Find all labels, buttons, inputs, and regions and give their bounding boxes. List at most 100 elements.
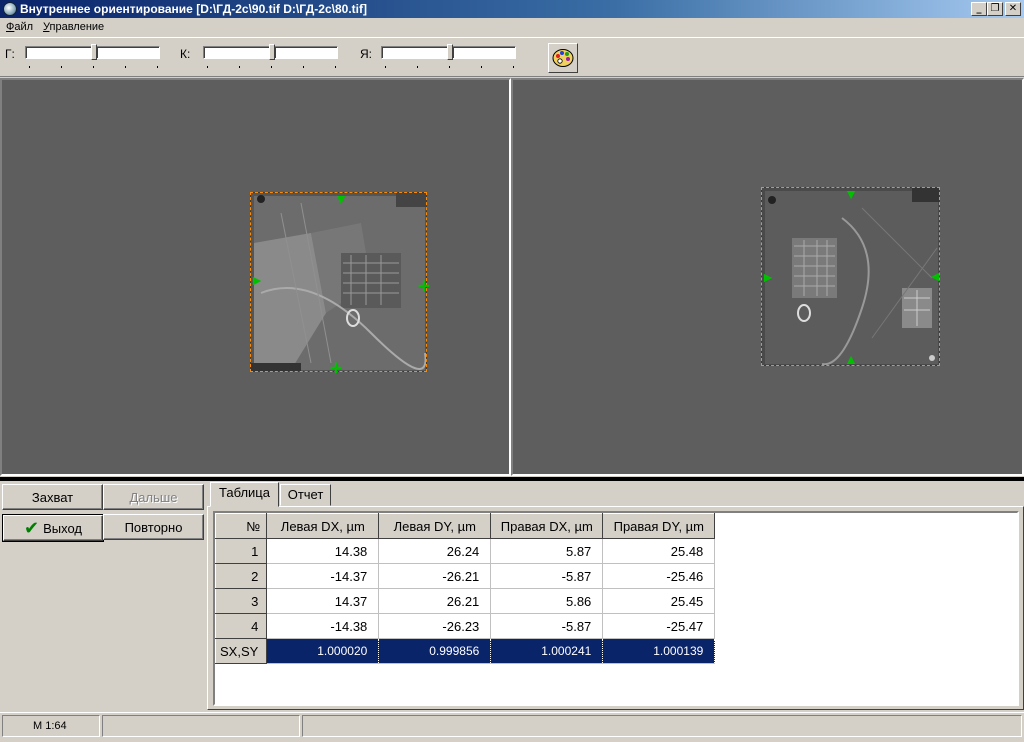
menu-bar: Файл Управление bbox=[0, 18, 1024, 37]
tick bbox=[481, 66, 482, 68]
menu-file[interactable]: Файл bbox=[6, 21, 33, 33]
capture-button[interactable]: Захват bbox=[2, 484, 103, 510]
cell-right-dx[interactable]: 1.000241 bbox=[490, 638, 604, 664]
row-number[interactable]: 2 bbox=[214, 563, 268, 589]
fiducial-marker-top-right-image[interactable]: ▼ bbox=[844, 187, 858, 201]
cell-left-dy[interactable]: -26.23 bbox=[378, 613, 492, 639]
cell-left-dx[interactable]: 14.38 bbox=[266, 538, 380, 564]
results-grid[interactable]: № Левая DX, µm Левая DY, µm Правая DX, µ… bbox=[213, 511, 1019, 706]
scale-status: М 1:64 bbox=[2, 715, 100, 737]
fiducial-marker-left-left-image[interactable]: ► bbox=[250, 273, 264, 287]
cell-right-dy[interactable]: -25.47 bbox=[602, 613, 716, 639]
fiducial-marker-left-right-image[interactable]: ► bbox=[761, 270, 775, 284]
cell-left-dx[interactable]: -14.37 bbox=[266, 563, 380, 589]
table-row[interactable]: 2 -14.37 -26.21 -5.87 -25.46 bbox=[214, 563, 716, 589]
column-header-left-dx[interactable]: Левая DX, µm bbox=[266, 513, 380, 539]
cell-left-dx[interactable]: -14.38 bbox=[266, 613, 380, 639]
table-row[interactable]: 3 14.37 26.21 5.86 25.45 bbox=[214, 588, 716, 614]
cell-right-dy[interactable]: 1.000139 bbox=[602, 638, 716, 664]
title-bar[interactable]: Внутреннее ориентирование [D:\ГД-2с\90.t… bbox=[0, 0, 1024, 18]
control-panel: Захват Дальше ✔ Выход Повторно bbox=[0, 483, 207, 710]
cell-right-dx[interactable]: 5.87 bbox=[490, 538, 604, 564]
menu-file-label: айл bbox=[14, 21, 34, 33]
cell-left-dy[interactable]: 26.21 bbox=[378, 588, 492, 614]
g-slider-thumb[interactable] bbox=[91, 44, 97, 60]
cell-left-dx[interactable]: 14.37 bbox=[266, 588, 380, 614]
tab-table[interactable]: Таблица bbox=[210, 482, 279, 507]
toolbar: Г: К: Я: bbox=[0, 37, 1024, 77]
restore-button[interactable]: ❐ bbox=[987, 2, 1003, 16]
tick bbox=[29, 66, 30, 68]
left-aerial-photo[interactable] bbox=[250, 192, 427, 372]
fiducial-marker-bottom-left-image[interactable]: ✛ bbox=[329, 361, 343, 375]
tick bbox=[417, 66, 418, 68]
cell-right-dy[interactable]: 25.48 bbox=[602, 538, 716, 564]
cell-left-dy[interactable]: -26.21 bbox=[378, 563, 492, 589]
g-trackbar-left[interactable] bbox=[25, 46, 93, 59]
k-slider-thumb[interactable] bbox=[269, 44, 275, 60]
ya-trackbar-left[interactable] bbox=[381, 46, 449, 59]
checkmark-icon: ✔ bbox=[24, 517, 40, 539]
left-aerial-photo-image bbox=[251, 193, 426, 371]
splitter-bar[interactable] bbox=[0, 477, 1024, 481]
fiducial-marker-bottom-right-image[interactable]: ▲ bbox=[844, 352, 858, 366]
minimize-button[interactable]: _ bbox=[971, 2, 987, 16]
k-trackbar-right[interactable] bbox=[274, 46, 338, 59]
fiducial-marker-right-right-image[interactable]: ◄ bbox=[928, 269, 942, 283]
next-button[interactable]: Дальше bbox=[103, 484, 204, 510]
table-row-scale-factors[interactable]: SX,SY 1.000020 0.999856 1.000241 1.00013… bbox=[214, 638, 716, 664]
row-number[interactable]: 4 bbox=[214, 613, 268, 639]
column-header-right-dy[interactable]: Правая DY, µm bbox=[602, 513, 716, 539]
fiducial-marker-top-left-image[interactable]: ▼ bbox=[334, 192, 348, 206]
right-aerial-photo-image bbox=[762, 188, 939, 365]
g-trackbar-right[interactable] bbox=[96, 46, 160, 59]
g-label: Г: bbox=[5, 47, 15, 61]
cell-right-dy[interactable]: 25.45 bbox=[602, 588, 716, 614]
cell-right-dx[interactable]: -5.87 bbox=[490, 563, 604, 589]
table-row[interactable]: 4 -14.38 -26.23 -5.87 -25.47 bbox=[214, 613, 716, 639]
app-icon[interactable] bbox=[3, 2, 17, 16]
status-panel-2 bbox=[102, 715, 300, 737]
column-header-right-dx[interactable]: Правая DX, µm bbox=[490, 513, 604, 539]
k-label: К: bbox=[180, 47, 191, 61]
tick bbox=[385, 66, 386, 68]
tick bbox=[157, 66, 158, 68]
tick bbox=[449, 66, 450, 68]
status-bar: М 1:64 bbox=[0, 712, 1024, 742]
menu-control[interactable]: Управление bbox=[43, 21, 104, 33]
window-title: Внутреннее ориентирование [D:\ГД-2с\90.t… bbox=[20, 2, 367, 16]
ya-trackbar-right[interactable] bbox=[452, 46, 516, 59]
row-number[interactable]: SX,SY bbox=[214, 638, 268, 664]
palette-button[interactable] bbox=[548, 43, 578, 73]
left-image-viewport[interactable]: ▼ ► ✛ ✛ bbox=[0, 78, 511, 476]
exit-button-label: Выход bbox=[43, 520, 82, 536]
close-button[interactable]: ✕ bbox=[1005, 2, 1021, 16]
row-number[interactable]: 3 bbox=[214, 588, 268, 614]
repeat-button[interactable]: Повторно bbox=[103, 514, 204, 540]
cell-left-dx[interactable]: 1.000020 bbox=[266, 638, 380, 664]
tick bbox=[207, 66, 208, 68]
ya-slider-thumb[interactable] bbox=[447, 44, 453, 60]
cell-left-dy[interactable]: 0.999856 bbox=[378, 638, 492, 664]
column-header-left-dy[interactable]: Левая DY, µm bbox=[378, 513, 492, 539]
table-header-row: № Левая DX, µm Левая DY, µm Правая DX, µ… bbox=[214, 513, 716, 539]
column-header-number[interactable]: № bbox=[214, 513, 268, 539]
tick bbox=[61, 66, 62, 68]
cell-right-dx[interactable]: 5.86 bbox=[490, 588, 604, 614]
right-image-viewport[interactable]: ▼ ► ◄ ▲ bbox=[511, 78, 1024, 476]
tick bbox=[93, 66, 94, 68]
table-row[interactable]: 1 14.38 26.24 5.87 25.48 bbox=[214, 538, 716, 564]
cell-left-dy[interactable]: 26.24 bbox=[378, 538, 492, 564]
tick bbox=[239, 66, 240, 68]
cell-right-dx[interactable]: -5.87 bbox=[490, 613, 604, 639]
fiducial-marker-right-left-image[interactable]: ✛ bbox=[417, 279, 431, 293]
exit-button[interactable]: ✔ Выход bbox=[2, 514, 104, 542]
right-aerial-photo[interactable] bbox=[761, 187, 940, 366]
tick bbox=[303, 66, 304, 68]
row-number[interactable]: 1 bbox=[214, 538, 268, 564]
menu-control-label: правление bbox=[49, 21, 105, 33]
tab-report[interactable]: Отчет bbox=[280, 484, 331, 506]
tick bbox=[513, 66, 514, 68]
k-trackbar-left[interactable] bbox=[203, 46, 271, 59]
cell-right-dy[interactable]: -25.46 bbox=[602, 563, 716, 589]
